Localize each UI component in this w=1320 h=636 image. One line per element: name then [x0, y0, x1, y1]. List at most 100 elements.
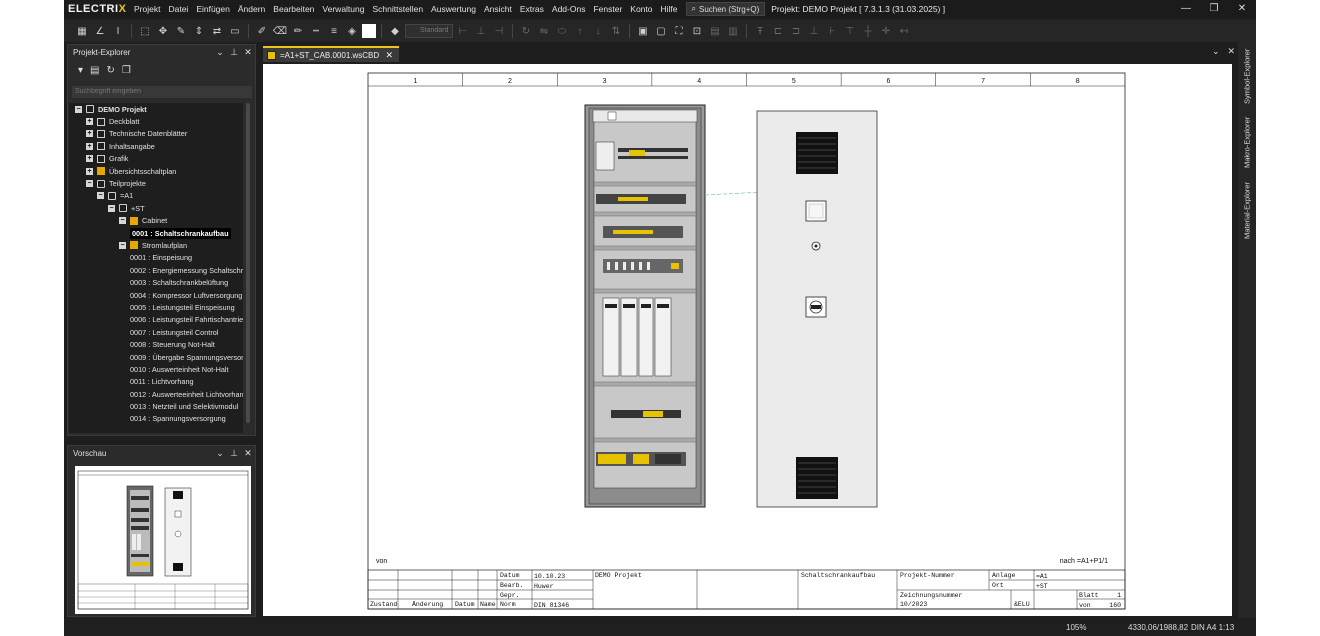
- tree-item[interactable]: − Teilprojekte: [69, 177, 243, 189]
- tree-item[interactable]: 0011 : Lichtvorhang: [69, 376, 243, 388]
- align-center-icon[interactable]: ⊥: [473, 23, 489, 39]
- tree-item[interactable]: − DEMO Projekt: [69, 103, 243, 115]
- side-tab-symbol-explorer[interactable]: Symbol-Explorer: [1239, 46, 1255, 106]
- tree-item[interactable]: 0002 : Energiemessung Schaltschrank: [69, 264, 243, 276]
- tree-item[interactable]: + Inhaltsangabe: [69, 140, 243, 152]
- close-icon[interactable]: ✕: [241, 448, 255, 459]
- tree-scrollbar[interactable]: [246, 103, 250, 423]
- tree-item[interactable]: 0004 : Kompressor Luftversorgung: [69, 289, 243, 301]
- tree-item[interactable]: − =A1: [69, 190, 243, 202]
- style-dropdown[interactable]: Standard: [405, 24, 453, 38]
- brush-icon[interactable]: ✐: [254, 23, 270, 39]
- dim-center-icon[interactable]: ✛: [878, 23, 894, 39]
- grid-icon[interactable]: ▦: [74, 23, 90, 39]
- tree-item[interactable]: 0003 : Schaltschrankbelüftung: [69, 276, 243, 288]
- cursor-text-icon[interactable]: I: [110, 23, 126, 39]
- select-icon[interactable]: ⬚: [137, 23, 153, 39]
- collapse-icon[interactable]: −: [86, 180, 93, 188]
- text-icon[interactable]: Ŧ: [752, 23, 768, 39]
- dropdown-arrow-icon[interactable]: ▾: [78, 65, 83, 76]
- menu-item-ändern[interactable]: Ändern: [234, 4, 269, 14]
- group-icon[interactable]: ▤: [707, 23, 723, 39]
- dim-cross-icon[interactable]: ┼: [860, 23, 876, 39]
- tree-item[interactable]: 0001 : Einspeisung: [69, 252, 243, 264]
- tree-item[interactable]: + Grafik: [69, 153, 243, 165]
- arrow-down-icon[interactable]: ↓: [590, 23, 606, 39]
- move-icon[interactable]: ✥: [155, 23, 171, 39]
- preview-thumbnail[interactable]: [75, 466, 251, 614]
- line-style-icon[interactable]: ┅: [308, 23, 324, 39]
- chevron-down-icon[interactable]: ⌄: [213, 47, 227, 58]
- document-tab[interactable]: =A1+ST_CAB.0001.wsCBD ✕: [263, 46, 399, 62]
- rotate-icon[interactable]: ↻: [518, 23, 534, 39]
- collapse-icon[interactable]: −: [97, 192, 104, 200]
- tree-item[interactable]: 0008 : Steuerung Not-Halt: [69, 338, 243, 350]
- menu-item-schnittstellen[interactable]: Schnittstellen: [368, 4, 427, 14]
- pen-icon[interactable]: ✏: [290, 23, 306, 39]
- zoom-fit-icon[interactable]: ⛶: [671, 23, 687, 39]
- copy-icon[interactable]: ❐: [122, 65, 131, 76]
- menu-item-verwaltung[interactable]: Verwaltung: [318, 4, 368, 14]
- arrow-up-icon[interactable]: ↑: [572, 23, 588, 39]
- zoom-level[interactable]: 105%: [1066, 623, 1086, 632]
- tree-item[interactable]: 0010 : Auswerteinheit Not-Halt: [69, 363, 243, 375]
- menu-item-add-ons[interactable]: Add-Ons: [548, 4, 590, 14]
- pin-icon[interactable]: ⊥: [227, 47, 241, 58]
- collapse-icon[interactable]: −: [119, 241, 126, 249]
- tree-item[interactable]: − Stromlaufplan: [69, 239, 243, 251]
- menu-item-datei[interactable]: Datei: [164, 4, 192, 14]
- draw-icon[interactable]: ✎: [173, 23, 189, 39]
- order-icon[interactable]: ⇅: [608, 23, 624, 39]
- search-box[interactable]: ⌕ Suchen (Strg+Q): [685, 2, 766, 16]
- close-icon[interactable]: ✕: [1228, 0, 1256, 18]
- restore-icon[interactable]: ❐: [1200, 0, 1228, 18]
- minimize-icon[interactable]: —: [1172, 0, 1200, 18]
- collapse-icon[interactable]: −: [75, 105, 82, 113]
- tree-item[interactable]: 0009 : Übergabe Spannungsversorgung: [69, 351, 243, 363]
- tree-item[interactable]: + Technische Datenblätter: [69, 128, 243, 140]
- dim-base-icon[interactable]: ⊤: [842, 23, 858, 39]
- tree-item[interactable]: 0012 : Auswerteeinheit Lichtvorhang: [69, 388, 243, 400]
- frame-icon[interactable]: ▭: [227, 23, 243, 39]
- chevron-down-icon[interactable]: ⌄: [1212, 46, 1220, 57]
- chevron-down-icon[interactable]: ⌄: [213, 448, 227, 459]
- expand-icon[interactable]: +: [86, 130, 93, 138]
- pin-icon[interactable]: ⊥: [227, 448, 241, 459]
- line-weight-icon[interactable]: ≡: [326, 23, 342, 39]
- measure-icon[interactable]: ⇕: [191, 23, 207, 39]
- structure-icon[interactable]: ▤: [90, 65, 99, 76]
- dim-horizontal-icon[interactable]: ⊏: [770, 23, 786, 39]
- expand-icon[interactable]: +: [86, 167, 93, 175]
- tree-item[interactable]: + Übersichtsschaltplan: [69, 165, 243, 177]
- menu-item-konto[interactable]: Konto: [626, 4, 656, 14]
- zoom-window-icon[interactable]: ⊡: [689, 23, 705, 39]
- color-swatch[interactable]: [362, 24, 376, 38]
- distribute-icon[interactable]: ⊣: [491, 23, 507, 39]
- ungroup-icon[interactable]: ▥: [725, 23, 741, 39]
- tree-item[interactable]: 0006 : Leistungsteil Fahrtischantrieb: [69, 314, 243, 326]
- expand-icon[interactable]: +: [86, 155, 93, 163]
- expand-icon[interactable]: +: [86, 118, 93, 126]
- align-left-icon[interactable]: ⊢: [455, 23, 471, 39]
- drawing-canvas[interactable]: 12345678 von nach =A1+P1/1 Datum 10.10.2…: [263, 64, 1232, 616]
- side-tab-makro-explorer[interactable]: Makro-Explorer: [1239, 114, 1255, 170]
- layers-icon[interactable]: ◆: [387, 23, 403, 39]
- close-icon[interactable]: ✕: [385, 50, 393, 61]
- menu-item-hilfe[interactable]: Hilfe: [657, 4, 682, 14]
- dim-vertical-icon[interactable]: ⊐: [788, 23, 804, 39]
- connect-icon[interactable]: ⇄: [209, 23, 225, 39]
- eraser-icon[interactable]: ⌫: [272, 23, 288, 39]
- menu-item-auswertung[interactable]: Auswertung: [427, 4, 480, 14]
- tree-item[interactable]: 0001 : Schaltschrankaufbau: [69, 227, 243, 239]
- dim-chain-icon[interactable]: ⊦: [824, 23, 840, 39]
- tree-item[interactable]: 0007 : Leistungsteil Control: [69, 326, 243, 338]
- close-icon[interactable]: ✕: [1228, 46, 1236, 57]
- dim-angle-icon[interactable]: ⊥: [806, 23, 822, 39]
- side-tab-material-explorer[interactable]: Material-Explorer: [1239, 178, 1255, 242]
- dim-arrow-icon[interactable]: ↤: [896, 23, 912, 39]
- menu-item-einfügen[interactable]: Einfügen: [192, 4, 234, 14]
- angle-icon[interactable]: ∠: [92, 23, 108, 39]
- view-icon[interactable]: ▣: [635, 23, 651, 39]
- refresh-icon[interactable]: ↻: [106, 65, 114, 76]
- close-icon[interactable]: ✕: [241, 47, 255, 58]
